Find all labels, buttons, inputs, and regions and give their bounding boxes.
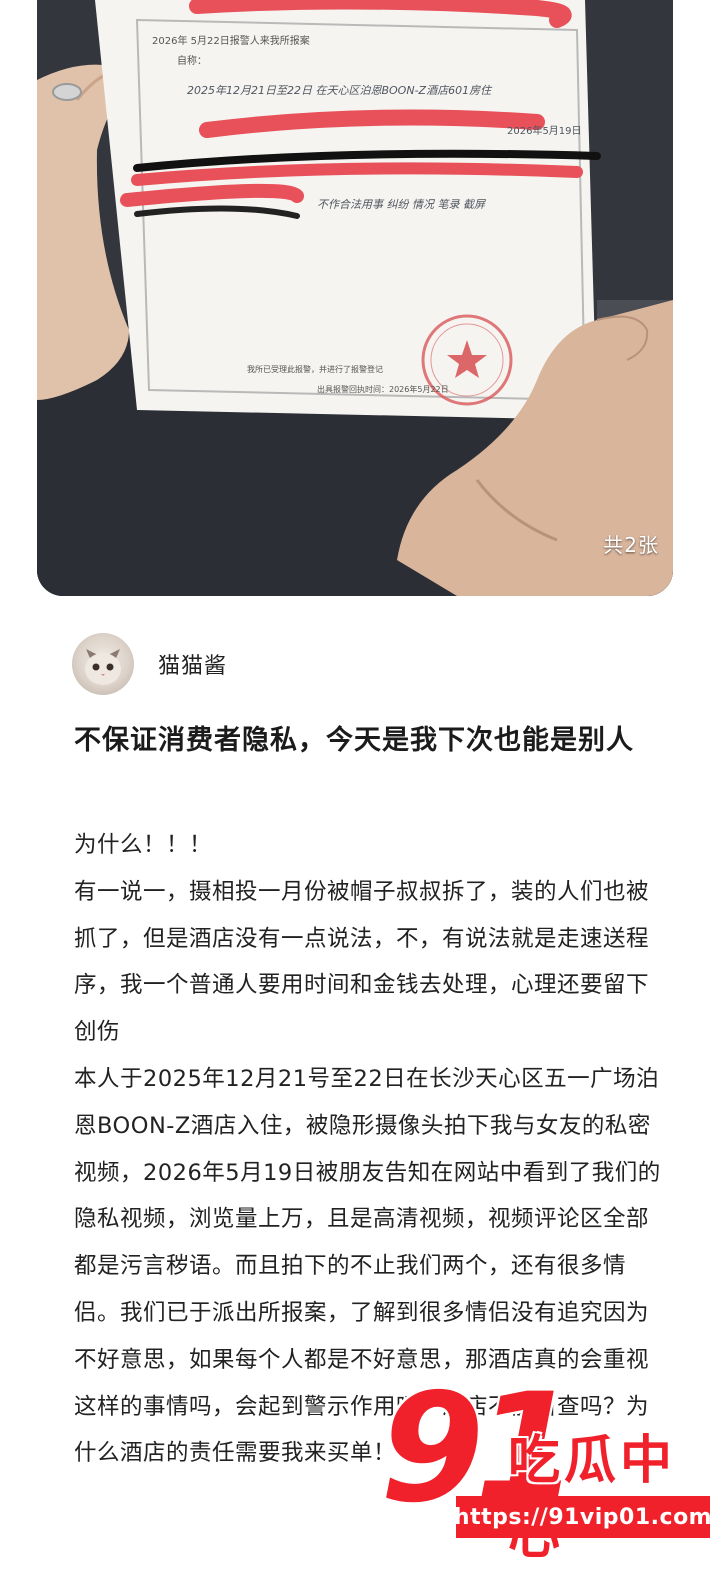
doc-footer-2: 出具报警回执时间：2026年5月22日 bbox=[317, 384, 449, 394]
doc-line-3: 2025年12月21日至22日 在天心区泊恩BOON-Z酒店601房住 bbox=[187, 84, 493, 97]
doc-line-4: 2026年5月19日 bbox=[507, 124, 582, 137]
doc-footer-1: 我所已受理此报警，并进行了报警登记 bbox=[247, 364, 383, 374]
doc-line-1: 2026年 5月22日报警人来我所报案 bbox=[152, 34, 310, 47]
doc-line-2: 自称： bbox=[177, 54, 207, 67]
post-paragraph: 有一说一，摄相投一月份被帽子叔叔拆了，装的人们也被抓了，但是酒店没有一点说法，不… bbox=[74, 878, 650, 1046]
avatar[interactable] bbox=[72, 633, 134, 695]
site-watermark: 91 吃瓜中心 https://91vip01.com bbox=[380, 1374, 712, 1566]
author-row[interactable]: 猫猫酱 bbox=[72, 632, 227, 696]
post-paragraph: 为什么！！！ bbox=[74, 832, 213, 858]
post-title: 不保证消费者隐私，今天是我下次也能是别人 bbox=[74, 725, 634, 756]
post-image[interactable]: 2026年 5月22日报警人来我所报案 自称： 2025年12月21日至22日 … bbox=[37, 0, 673, 596]
cat-avatar-icon bbox=[85, 649, 121, 685]
image-count-badge: 共2张 bbox=[603, 533, 659, 557]
doc-line-5: 不作合法用事 纠纷 情况 笔录 截屏 bbox=[317, 198, 487, 211]
document-photo: 2026年 5月22日报警人来我所报案 自称： 2025年12月21日至22日 … bbox=[37, 0, 673, 596]
watermark-text: 吃瓜中心 bbox=[508, 1431, 677, 1566]
watermark-url: https://91vip01.com bbox=[454, 1496, 712, 1538]
author-name[interactable]: 猫猫酱 bbox=[158, 648, 227, 680]
post-body: 为什么！！！ 有一说一，摄相投一月份被帽子叔叔拆了，装的人们也被抓了，但是酒店没… bbox=[74, 822, 664, 1477]
